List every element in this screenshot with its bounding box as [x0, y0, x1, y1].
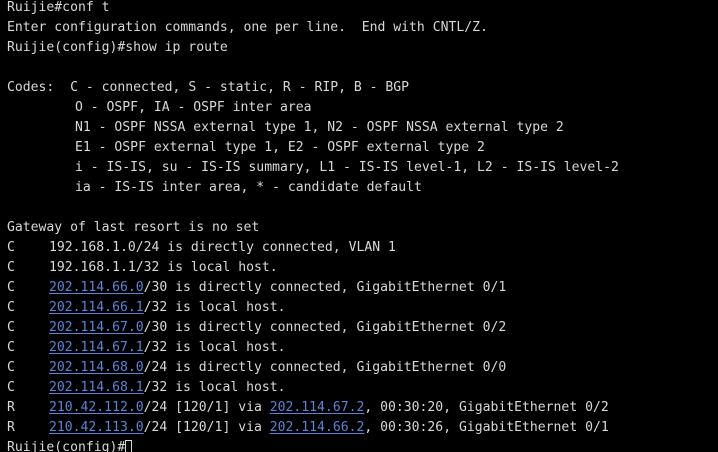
route-network-link[interactable]: 202.114.66.1	[49, 300, 144, 315]
route-network-link[interactable]: 202.114.68.1	[49, 380, 144, 395]
route-code: C	[7, 260, 15, 275]
route-code: C	[7, 240, 15, 255]
codes-legend-line: Codes: C - connected, S - static, R - RI…	[7, 78, 718, 98]
route-nexthop-link[interactable]: 202.114.67.2	[270, 400, 365, 415]
codes-legend-line: i - IS-IS, su - IS-IS summary, L1 - IS-I…	[75, 160, 619, 175]
route-code: R	[7, 400, 15, 415]
route-code: C	[7, 360, 15, 375]
route-code: C	[7, 300, 15, 315]
route-code: C	[7, 280, 15, 295]
route-network-link[interactable]: 202.114.66.0	[49, 280, 144, 295]
command-line: Ruijie(config)#show ip route	[7, 40, 228, 55]
route-row: C 202.114.68.0/24 is directly connected, …	[7, 358, 718, 378]
terminal-output: Ruijie#conf t Enter configuration comman…	[7, 0, 718, 452]
route-row: C 192.168.1.0/24 is directly connected, V…	[7, 238, 718, 258]
gateway-line: Gateway of last resort is no set	[7, 220, 260, 235]
prompt-line[interactable]: Ruijie(config)#	[7, 438, 718, 452]
text-cursor	[125, 440, 133, 452]
route-detail: /24 [120/1] via	[143, 420, 270, 435]
route-code: C	[7, 320, 15, 335]
route-detail: /24 is directly connected, GigabitEthern…	[143, 360, 507, 375]
route-table: C 192.168.1.0/24 is directly connected, V…	[7, 238, 718, 438]
codes-legend-line: O - OSPF, IA - OSPF inter area	[75, 100, 312, 115]
route-network-link[interactable]: 210.42.113.0	[49, 420, 144, 435]
route-row: C 202.114.66.0/30 is directly connected, …	[7, 278, 718, 298]
route-detail: /30 is directly connected, GigabitEthern…	[143, 320, 507, 335]
route-network-link[interactable]: 202.114.67.1	[49, 340, 144, 355]
codes-prefix: Codes:	[7, 80, 71, 95]
route-nexthop-link[interactable]: 202.114.66.2	[270, 420, 365, 435]
route-row: R 210.42.112.0/24 [120/1] via 202.114.67.…	[7, 398, 718, 418]
route-code: C	[7, 380, 15, 395]
route-row: C 192.168.1.1/32 is local host.	[7, 258, 718, 278]
route-network-link[interactable]: 202.114.68.0	[49, 360, 144, 375]
route-row: C 202.114.68.1/32 is local host.	[7, 378, 718, 398]
route-row: R 210.42.113.0/24 [120/1] via 202.114.66.…	[7, 418, 718, 438]
route-network-link: 192.168.1.1	[49, 260, 136, 275]
route-row: C 202.114.67.0/30 is directly connected, …	[7, 318, 718, 338]
codes-legend-line: E1 - OSPF external type 1, E2 - OSPF ext…	[75, 140, 485, 155]
route-interface: , 00:30:26, GigabitEthernet 0/1	[364, 420, 609, 435]
route-detail: /32 is local host.	[143, 340, 286, 355]
prompt-text: Ruijie(config)#	[7, 440, 126, 452]
route-code: C	[7, 340, 15, 355]
terminal-window[interactable]: Ruijie#conf t Enter configuration comman…	[0, 0, 718, 452]
route-detail: /24 is directly connected, VLAN 1	[135, 240, 396, 255]
route-network-link: 192.168.1.0	[49, 240, 136, 255]
route-interface: , 00:30:20, GigabitEthernet 0/2	[364, 400, 609, 415]
codes-text: C - connected, S - static, R - RIP, B - …	[70, 80, 410, 95]
codes-legend-line: ia - IS-IS inter area, * - candidate def…	[75, 180, 422, 195]
info-line: Enter configuration commands, one per li…	[7, 20, 488, 35]
route-detail: /24 [120/1] via	[143, 400, 270, 415]
route-row: C 202.114.67.1/32 is local host.	[7, 338, 718, 358]
route-detail: /32 is local host.	[143, 380, 286, 395]
route-network-link[interactable]: 210.42.112.0	[49, 400, 144, 415]
route-detail: /32 is local host.	[135, 260, 278, 275]
command-line: Ruijie#conf t	[7, 0, 110, 15]
route-detail: /32 is local host.	[143, 300, 286, 315]
route-row: C 202.114.66.1/32 is local host.	[7, 298, 718, 318]
route-network-link[interactable]: 202.114.67.0	[49, 320, 144, 335]
codes-legend-line: N1 - OSPF NSSA external type 1, N2 - OSP…	[75, 120, 564, 135]
route-code: R	[7, 420, 15, 435]
route-detail: /30 is directly connected, GigabitEthern…	[143, 280, 507, 295]
